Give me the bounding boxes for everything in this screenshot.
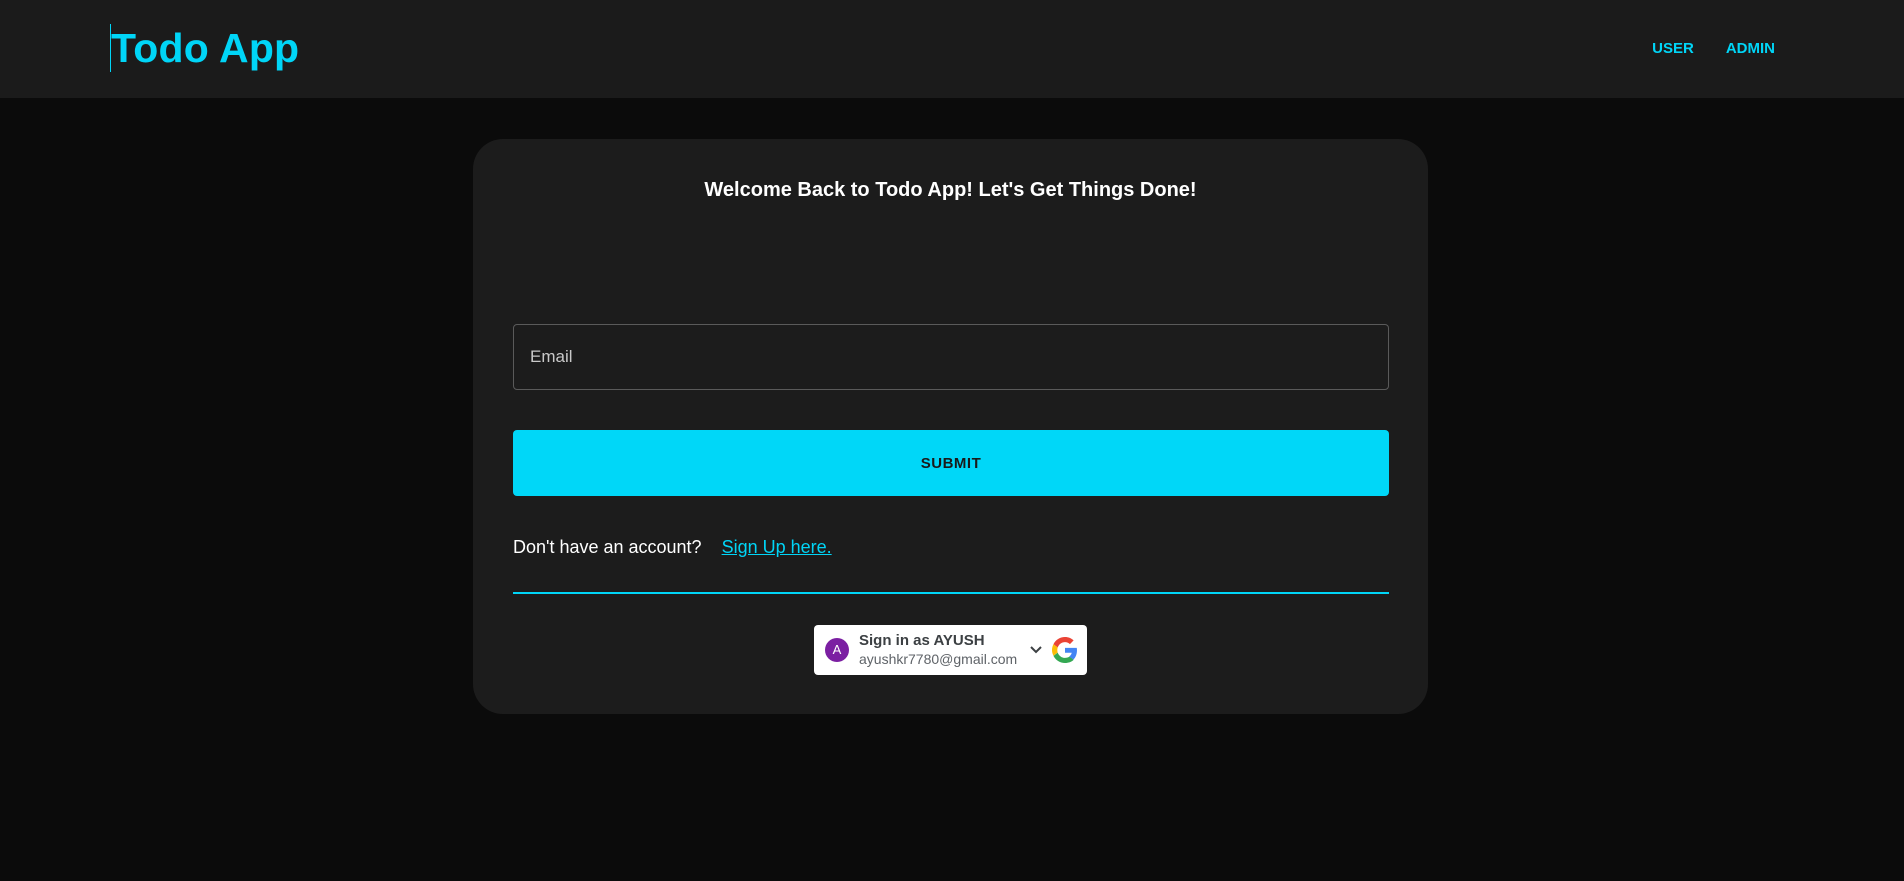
signup-row: Don't have an account? Sign Up here. [513,537,832,558]
google-sign-in-button[interactable]: A Sign in as AYUSH ayushkr7780@gmail.com [814,625,1087,675]
email-field[interactable] [513,324,1389,390]
chevron-down-icon[interactable] [1029,645,1043,655]
submit-button[interactable]: SUBMIT [513,430,1389,496]
divider [513,592,1389,594]
navbar: Todo App USER ADMIN [0,0,1904,98]
nav-links: USER ADMIN [1652,38,1775,60]
nav-link-user[interactable]: USER [1652,38,1694,60]
signup-prompt: Don't have an account? [513,537,702,557]
avatar: A [825,638,849,662]
google-account-email: ayushkr7780@gmail.com [859,651,1018,667]
google-logo-icon [1052,637,1077,663]
google-account-name: Sign in as AYUSH [859,632,985,649]
welcome-heading: Welcome Back to Todo App! Let's Get Thin… [704,179,1197,201]
google-account-info: Sign in as AYUSH ayushkr7780@gmail.com [859,632,1017,668]
signup-link[interactable]: Sign Up here. [722,537,832,558]
brand-title[interactable]: Todo App [110,24,299,72]
nav-link-admin[interactable]: ADMIN [1726,38,1775,60]
login-card: Welcome Back to Todo App! Let's Get Thin… [473,139,1428,714]
